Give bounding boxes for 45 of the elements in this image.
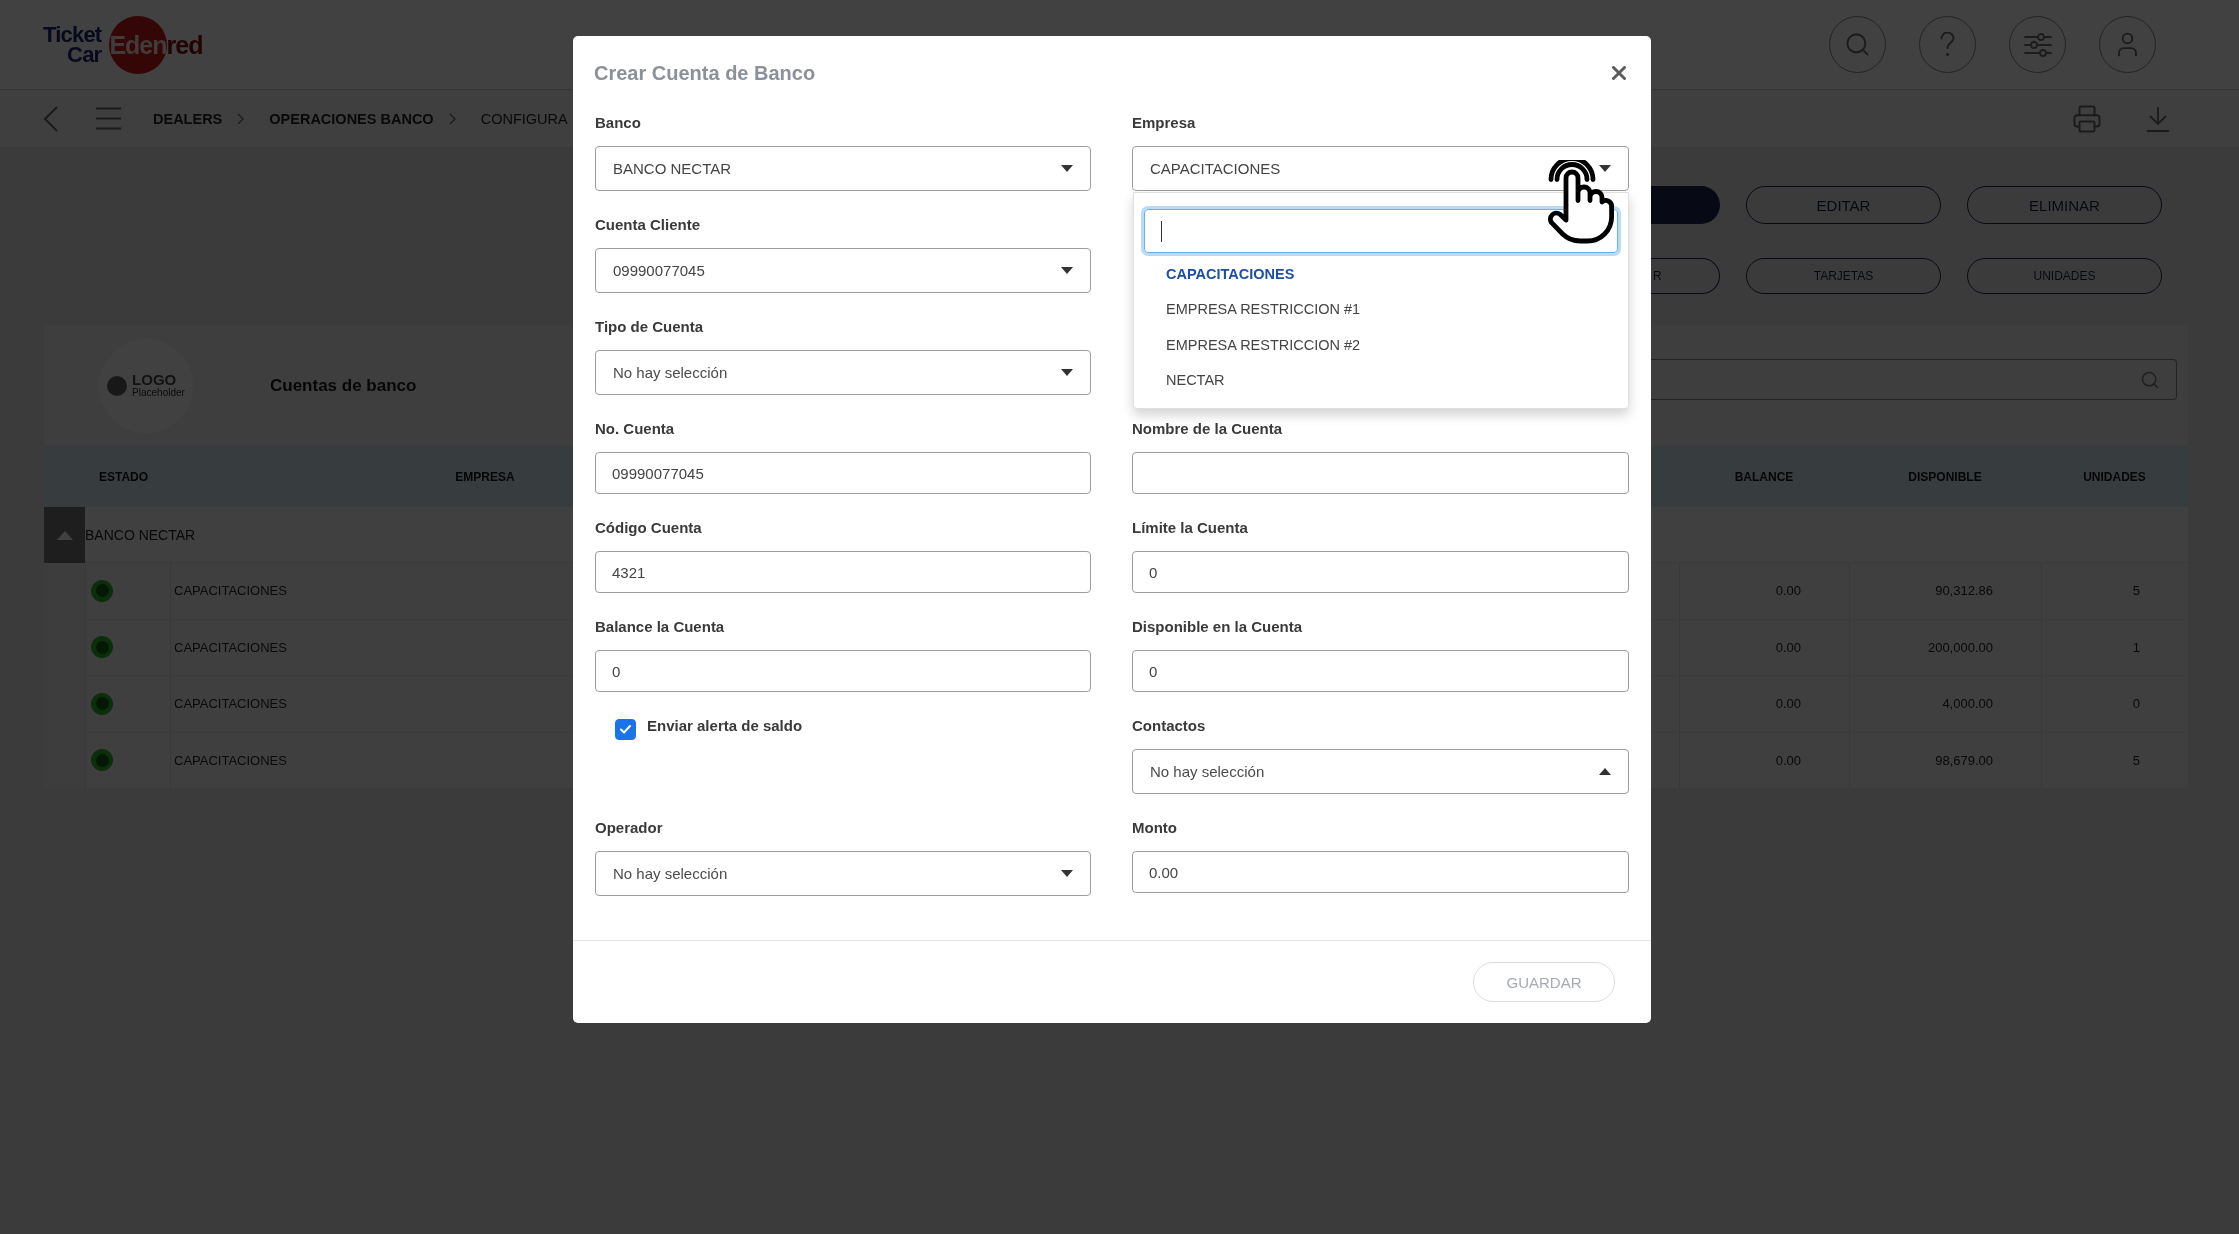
select-field[interactable]: No hay selección: [595, 851, 1091, 896]
checkbox-label: Enviar alerta de saldo: [647, 716, 803, 736]
modal-title: Crear Cuenta de Banco: [594, 61, 816, 85]
field-label: Cuenta Cliente: [595, 215, 701, 235]
input-field[interactable]: 0: [1132, 551, 1629, 593]
column-header: UNIDADES: [2083, 469, 2146, 484]
field-label: Empresa: [1132, 113, 1197, 133]
select-field[interactable]: 09990077045: [595, 248, 1091, 293]
close-icon[interactable]: [1612, 66, 1626, 80]
field-label: Balance la Cuenta: [595, 617, 726, 637]
card-title: Cuentas de banco: [270, 375, 417, 396]
select-field[interactable]: No hay selección: [595, 350, 1091, 395]
logo-text: Car: [67, 44, 102, 65]
dropdown-option[interactable]: CAPACITACIONES: [1144, 257, 1618, 293]
column-header: ESTADO: [98, 469, 149, 484]
field-label: Disponible en la Cuenta: [1132, 617, 1304, 637]
column-header: BALANCE: [1734, 469, 1794, 484]
search-field[interactable]: [1144, 209, 1618, 253]
field-label: Monto: [1132, 818, 1178, 838]
checkbox[interactable]: [615, 719, 636, 740]
input-field[interactable]: 09990077045: [595, 452, 1091, 494]
input-field[interactable]: 0.00: [1132, 851, 1629, 893]
dropdown-option[interactable]: EMPRESA RESTRICCION #2: [1144, 327, 1618, 363]
checkmark-icon: [620, 725, 631, 734]
field-label: Operador: [595, 818, 664, 838]
select-field[interactable]: No hay selección: [1132, 749, 1629, 794]
field-label: No. Cuenta: [595, 419, 676, 439]
field-label: Contactos: [1132, 716, 1207, 736]
dropdown-option[interactable]: EMPRESA RESTRICCION #1: [1144, 292, 1618, 328]
logo-text: Ticket: [43, 24, 102, 45]
field-label: Nombre de la Cuenta: [1132, 419, 1284, 439]
field-label: Código Cuenta: [595, 518, 703, 538]
field-label: Límite la Cuenta: [1132, 518, 1249, 538]
input-field[interactable]: 0: [1132, 650, 1629, 692]
input-field[interactable]: 4321: [595, 551, 1091, 593]
column-header: DISPONIBLE: [1908, 469, 1982, 484]
select-field[interactable]: CAPACITACIONES: [1132, 146, 1629, 191]
input-field[interactable]: [1132, 452, 1629, 494]
select-field[interactable]: BANCO NECTAR: [595, 146, 1091, 191]
input-field[interactable]: 0: [595, 650, 1091, 692]
text-cursor-icon: [1161, 220, 1162, 242]
dropdown-option[interactable]: NECTAR: [1144, 362, 1618, 399]
field-label: Banco: [595, 113, 642, 133]
field-label: Tipo de Cuenta: [595, 317, 705, 337]
column-header: EMPRESA: [455, 469, 515, 484]
